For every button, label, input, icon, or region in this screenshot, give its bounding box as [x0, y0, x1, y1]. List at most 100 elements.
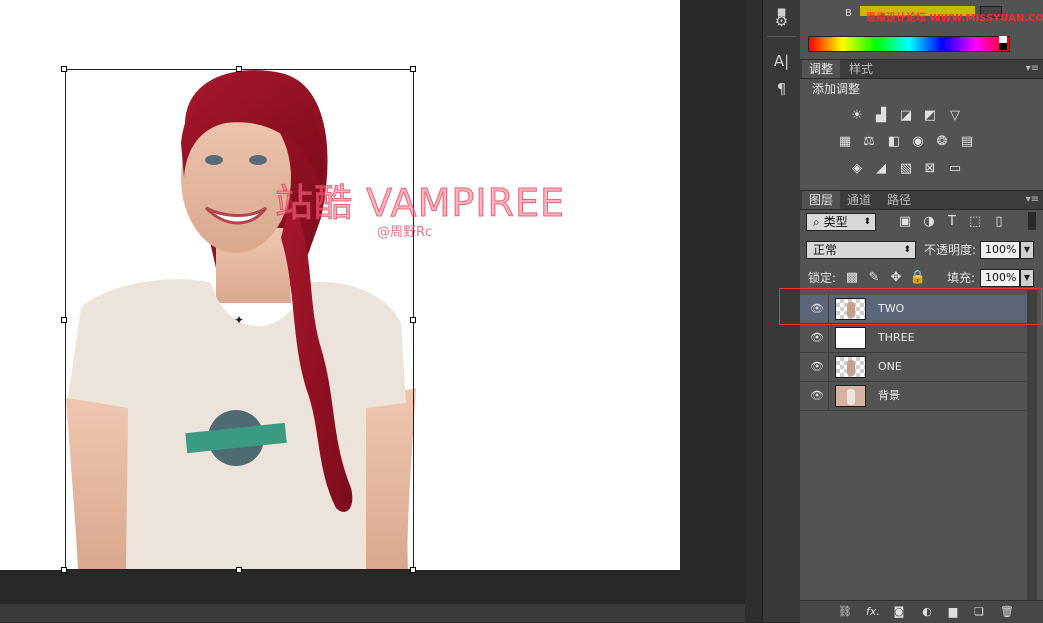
fill-dropdown-icon[interactable]: ▼	[1020, 269, 1034, 287]
color-balance-icon[interactable]: ⚖	[860, 134, 878, 150]
filter-shape-icon[interactable]: ⬚	[966, 214, 984, 230]
new-adjustment-layer-icon[interactable]: ◐	[918, 604, 936, 620]
new-layer-icon[interactable]: ❏	[970, 604, 988, 620]
opacity-input[interactable]: 100%	[980, 241, 1020, 259]
strip-divider	[767, 36, 796, 37]
exposure-icon[interactable]: ◩	[921, 108, 939, 124]
transform-handle-bl[interactable]	[61, 567, 67, 573]
threshold-icon[interactable]: ▧	[897, 161, 915, 177]
filter-toggle[interactable]	[1028, 212, 1036, 230]
eye-icon[interactable]: 👁	[810, 331, 824, 345]
layer-row-background[interactable]: 👁 背景	[800, 382, 1027, 411]
character-icon[interactable]: A|	[763, 50, 800, 72]
layer-thumbnail	[835, 385, 866, 407]
watermark-author: @周野Rc	[377, 225, 433, 240]
transform-handle-l[interactable]	[61, 317, 67, 323]
canvas-area[interactable]: ✦ 站酷 VAMPIREE @周野Rc	[0, 0, 745, 622]
layer-name[interactable]: THREE	[878, 324, 915, 352]
selective-color-icon[interactable]: ⊠	[921, 161, 939, 177]
filter-pixel-icon[interactable]: ▣	[896, 214, 914, 230]
fx-icon[interactable]: fx.	[864, 604, 882, 620]
opacity-dropdown-icon[interactable]: ▼	[1020, 241, 1034, 259]
layers-list: 👁 TWO 👁 THREE 👁 ONE 👁 背景	[800, 295, 1027, 600]
lock-paint-icon[interactable]: ✎	[865, 270, 883, 286]
adjustments-panel-header: 调整 样式 ▾≡	[800, 59, 1043, 79]
adjustments-heading: 添加调整	[812, 82, 861, 96]
tab-layers[interactable]: 图层	[802, 191, 841, 209]
tab-adjustments[interactable]: 调整	[802, 60, 841, 78]
new-group-icon[interactable]: ▆	[944, 604, 962, 620]
lock-transparent-icon[interactable]: ▩	[843, 270, 861, 286]
delete-layer-icon[interactable]: 🗑	[998, 604, 1016, 620]
layer-filter-kind: 类型	[823, 215, 848, 229]
transform-handle-b[interactable]	[236, 567, 242, 573]
layers-panel-menu-icon[interactable]: ▾≡	[1026, 191, 1039, 209]
hue-saturation-icon[interactable]: ▦	[836, 134, 854, 150]
fill-label: 填充:	[947, 271, 976, 285]
tab-styles[interactable]: 样式	[842, 60, 880, 78]
transform-handle-r[interactable]	[410, 317, 416, 323]
ramp-white-swatch[interactable]	[999, 36, 1007, 43]
posterize-icon[interactable]: ◢	[872, 161, 890, 177]
eye-icon[interactable]: 👁	[810, 389, 824, 403]
gradient-map-icon[interactable]: ▭	[946, 161, 964, 177]
selected-layer-highlight	[779, 288, 1042, 325]
visibility-divider	[828, 324, 829, 352]
brightness-icon[interactable]: ☀	[848, 108, 866, 124]
site-watermark: 思缘设计论坛 WWW.MISSYUAN.COM	[866, 13, 1043, 24]
channel-mixer-icon[interactable]: ❂	[933, 134, 951, 150]
tool-icon-top[interactable]: ▪	[763, 0, 800, 20]
color-channel-label: B	[845, 8, 852, 19]
layer-thumbnail	[835, 327, 866, 349]
link-layers-icon[interactable]: ⛓	[836, 604, 854, 620]
opacity-label: 不透明度:	[924, 243, 977, 257]
watermark-title: 站酷 VAMPIREE	[275, 181, 565, 226]
thumbnail-figure	[847, 360, 855, 376]
add-mask-icon[interactable]: ◙	[890, 604, 908, 620]
layers-bottom-bar: ⛓ fx. ◙ ◐ ▆ ❏ 🗑	[800, 600, 1043, 623]
black-white-icon[interactable]: ◧	[885, 134, 903, 150]
paragraph-icon[interactable]: ¶	[763, 78, 800, 100]
visibility-divider	[828, 353, 829, 381]
tab-channels[interactable]: 通道	[840, 191, 878, 209]
layer-thumbnail	[835, 356, 866, 378]
layer-name[interactable]: 背景	[878, 382, 900, 410]
layer-filter-select[interactable]: ⌕ 类型 ⬍	[806, 213, 876, 231]
curves-icon[interactable]: ◪	[897, 108, 915, 124]
color-ramp[interactable]	[808, 36, 1010, 52]
transform-handle-tl[interactable]	[61, 66, 67, 72]
visibility-divider	[828, 382, 829, 410]
color-lookup-icon[interactable]: ▤	[958, 134, 976, 150]
ramp-black-swatch[interactable]	[999, 43, 1007, 50]
invert-icon[interactable]: ◈	[848, 161, 866, 177]
lock-all-icon[interactable]: 🔒	[909, 270, 927, 286]
thumbnail-figure	[847, 389, 855, 405]
panel-menu-icon[interactable]: ▾≡	[1026, 60, 1039, 78]
filter-search-icon: ⌕	[813, 215, 820, 229]
fill-input[interactable]: 100%	[980, 269, 1020, 287]
layer-row-one[interactable]: 👁 ONE	[800, 353, 1027, 382]
layer-row-three[interactable]: 👁 THREE	[800, 324, 1027, 353]
layers-panel-header: 图层 通道 路径 ▾≡	[800, 190, 1043, 210]
eye-icon[interactable]: 👁	[810, 360, 824, 374]
vibrance-icon[interactable]: ▽	[946, 108, 964, 124]
filter-type-icon[interactable]: T	[943, 214, 961, 230]
lock-position-icon[interactable]: ✥	[887, 270, 905, 286]
transform-handle-br[interactable]	[410, 567, 416, 573]
filter-smart-object-icon[interactable]: ▯	[990, 214, 1008, 230]
lock-label: 锁定:	[808, 271, 837, 285]
transform-handle-t[interactable]	[236, 66, 242, 72]
horizontal-scrollbar[interactable]	[0, 604, 745, 622]
transform-center-icon[interactable]: ✦	[233, 314, 245, 326]
layers-scrollbar[interactable]	[1027, 290, 1037, 600]
filter-adjustment-icon[interactable]: ◑	[920, 214, 938, 230]
tab-paths[interactable]: 路径	[880, 191, 918, 209]
blend-mode-select[interactable]: 正常 ⬍	[806, 241, 916, 259]
layer-name[interactable]: ONE	[878, 353, 902, 381]
blend-chevron-icon: ⬍	[903, 245, 911, 255]
levels-icon[interactable]: ▟	[872, 108, 890, 124]
blend-mode-value: 正常	[813, 243, 838, 257]
photo-filter-icon[interactable]: ◉	[909, 134, 927, 150]
transform-handle-tr[interactable]	[410, 66, 416, 72]
properties-icon[interactable]: ⚙	[763, 10, 800, 32]
